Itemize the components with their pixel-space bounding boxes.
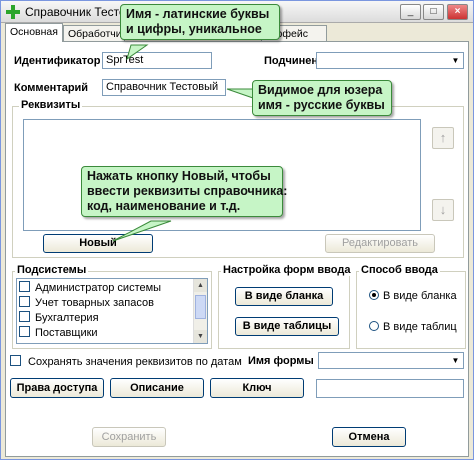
dialog-window: Справочник Тестовый _ □ × Основная Обраб…	[0, 0, 474, 460]
callout-line: Видимое для юзера	[258, 83, 383, 97]
callout-pointer	[112, 220, 172, 242]
callout-pointer	[126, 44, 149, 61]
callout-new-hint: Нажать кнопку Новый, чтобы ввести реквиз…	[81, 166, 288, 217]
callout-pointer	[226, 88, 254, 99]
callout-leaders	[112, 44, 254, 242]
callout-line: имя - русские буквы	[258, 98, 385, 112]
callout-line: ввести реквизиты справочника:	[87, 184, 288, 198]
callout-visible-hint: Видимое для юзера имя - русские буквы	[252, 80, 392, 116]
callout-line: код, наименование и т.д.	[87, 199, 241, 213]
callout-line: Имя - латинские буквы	[126, 7, 270, 21]
callout-name-hint: Имя - латинские буквы и цифры, уникально…	[120, 4, 280, 40]
callout-line: Нажать кнопку Новый, чтобы	[87, 169, 271, 183]
callout-line: и цифры, уникальное	[126, 22, 262, 36]
